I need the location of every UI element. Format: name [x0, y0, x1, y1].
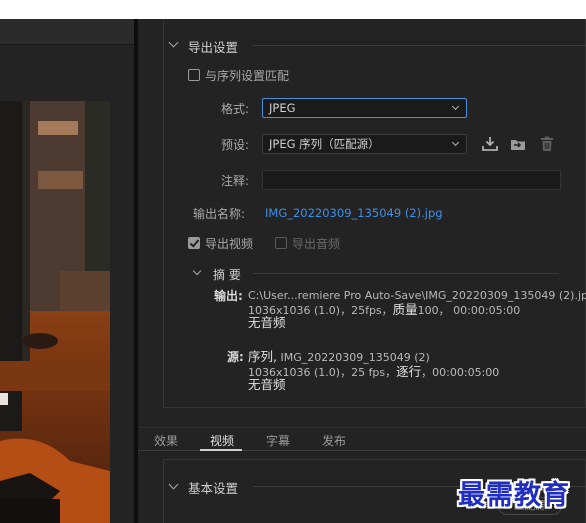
- tab-video[interactable]: 视频: [210, 432, 234, 449]
- tab-publish[interactable]: 发布: [322, 432, 346, 449]
- basic-settings-title[interactable]: 基本设置: [188, 478, 238, 497]
- folder-import-icon: [511, 140, 525, 150]
- source-preview-panel: [0, 19, 134, 523]
- tab-captions[interactable]: 字幕: [266, 432, 290, 449]
- export-audio-checkbox[interactable]: [275, 237, 287, 249]
- preview-image: [0, 101, 110, 523]
- preset-select-value: JPEG 序列（匹配源）: [269, 137, 380, 151]
- preset-select[interactable]: JPEG 序列（匹配源）: [262, 134, 467, 154]
- export-video-label: 导出视频: [205, 237, 254, 251]
- summary-source-sequence: IMG_20220309_135049 (2): [280, 351, 430, 364]
- format-select[interactable]: JPEG: [262, 98, 467, 118]
- summary-output-quality: 质量: [392, 302, 418, 317]
- summary-output-specs: 1036x1036 (1.0)，25fps，质量100， 00:00:05:00: [248, 303, 520, 317]
- match-sequence-label: 与序列设置匹配: [205, 69, 290, 83]
- summary-source-prefix: 序列,: [248, 349, 277, 364]
- import-preset-icon[interactable]: [509, 135, 527, 153]
- watermark-logo: 最需教育: [458, 480, 570, 511]
- tab-effects[interactable]: 效果: [154, 432, 178, 449]
- summary-output-audio-text: 无音频: [248, 315, 286, 330]
- section-divider: [253, 45, 586, 46]
- active-tab-indicator: [200, 449, 242, 451]
- format-select-value: JPEG: [269, 101, 296, 115]
- settings-tabs: 效果 视频 字幕 发布: [138, 427, 586, 451]
- summary-output-audio: 无音频: [248, 316, 286, 330]
- download-save-icon: [482, 137, 498, 151]
- export-video-checkbox[interactable]: [188, 237, 200, 249]
- summary-divider: [253, 273, 559, 274]
- output-name-link[interactable]: IMG_20220309_135049 (2).jpg: [265, 206, 443, 220]
- preview-photo: [0, 101, 110, 523]
- summary-source-specs-suffix: ，00:00:05:00: [421, 366, 500, 379]
- export-audio-label: 导出音频: [292, 237, 341, 251]
- output-name-label: 输出名称:: [193, 207, 246, 221]
- save-preset-icon[interactable]: [481, 135, 499, 153]
- summary-source-label: 源:: [227, 350, 244, 364]
- top-white-strip: [0, 0, 586, 19]
- summary-source-interlace: 逐行: [396, 364, 422, 379]
- delete-preset-icon[interactable]: [538, 135, 556, 153]
- export-settings-title[interactable]: 导出设置: [188, 37, 238, 56]
- summary-source-name: 序列, IMG_20220309_135049 (2): [248, 350, 430, 364]
- chevron-down-icon: [451, 102, 460, 111]
- chevron-down-icon: [451, 138, 460, 147]
- export-settings-panel: 导出设置 与序列设置匹配 格式: JPEG 预设: JPEG 序列（匹配源） 注…: [138, 19, 586, 523]
- summary-source-audio: 无音频: [248, 378, 286, 392]
- summary-output-specs-suffix: 100， 00:00:05:00: [417, 304, 521, 317]
- summary-title[interactable]: 摘 要: [213, 266, 241, 283]
- preset-label: 预设:: [221, 138, 250, 152]
- summary-output-path: C:\User...remiere Pro Auto-Save\IMG_2022…: [248, 289, 586, 302]
- comment-input[interactable]: [262, 170, 561, 190]
- preview-panel-header: [0, 19, 134, 45]
- summary-source-audio-text: 无音频: [248, 377, 286, 392]
- trash-icon: [541, 136, 553, 151]
- match-sequence-checkbox[interactable]: [188, 69, 200, 81]
- comment-label: 注释:: [221, 174, 250, 188]
- summary-output-label: 输出:: [214, 289, 243, 303]
- format-label: 格式:: [221, 102, 250, 116]
